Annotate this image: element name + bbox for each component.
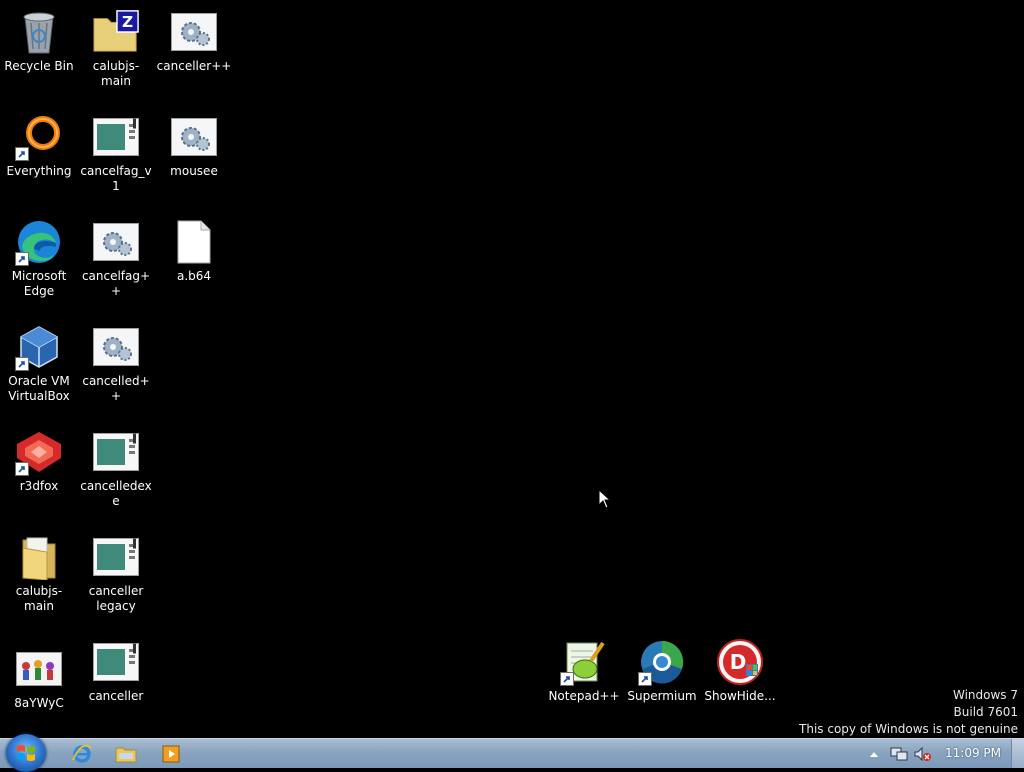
desktop-icon-a-b64[interactable]: a.b64 bbox=[156, 218, 232, 284]
desktop-icon-microsoft-edge[interactable]: Microsoft Edge bbox=[1, 218, 77, 299]
desktop-icon-label: canceller++ bbox=[156, 59, 232, 73]
svg-text:Z: Z bbox=[122, 13, 133, 31]
taskbar-pin-windows-explorer[interactable] bbox=[104, 741, 148, 767]
desktop-icon-label: Notepad++ bbox=[548, 689, 620, 703]
tray-volume[interactable] bbox=[913, 744, 933, 764]
genuine-watermark: Windows 7 Build 7601 This copy of Window… bbox=[799, 687, 1018, 738]
desktop-icon-label: canceller bbox=[88, 689, 144, 703]
show-hidden-icons-arrow bbox=[870, 752, 878, 757]
start-orb-icon bbox=[17, 745, 35, 761]
window-app-icon bbox=[93, 118, 139, 156]
shortcut-arrow-icon bbox=[15, 147, 29, 161]
shortcut-arrow-icon bbox=[15, 357, 29, 371]
desktop-icon-label: Everything bbox=[6, 164, 72, 178]
windows-explorer-icon bbox=[115, 747, 137, 763]
desktop-icon-cancelfag-v1[interactable]: cancelfag_v1 bbox=[78, 113, 154, 194]
taskbar-pin-media-player[interactable] bbox=[150, 741, 194, 767]
desktop-icon-label: cancelfag++ bbox=[81, 269, 151, 298]
window-app-icon bbox=[93, 538, 139, 576]
exe-gear-icon bbox=[171, 13, 217, 51]
desktop-icon-label: calubjs-main bbox=[92, 59, 140, 88]
exe-gear-icon bbox=[171, 118, 217, 156]
desktop-icon-label: 8aYWyC bbox=[14, 696, 64, 710]
mouse-cursor-icon bbox=[598, 489, 612, 509]
show-desktop-button[interactable] bbox=[1011, 739, 1024, 768]
desktop-icon-label: Oracle VM VirtualBox bbox=[8, 374, 70, 403]
taskbar-clock[interactable]: 11:09 PM bbox=[940, 746, 1006, 760]
network-icon bbox=[890, 747, 908, 761]
zip-folder-icon: Z bbox=[93, 10, 139, 52]
start-button[interactable] bbox=[6, 734, 46, 772]
desktop-icon-label: cancelledexe bbox=[80, 479, 152, 508]
shortcut-arrow-icon bbox=[638, 672, 652, 686]
desktop-icon-recycle-bin[interactable]: Recycle Bin bbox=[1, 8, 77, 74]
desktop-icon-canceller[interactable]: canceller bbox=[78, 638, 154, 704]
desktop-icon-cancelfag-plus[interactable]: cancelfag++ bbox=[78, 218, 154, 299]
desktop-icon-8aywyc[interactable]: 8aYWyC bbox=[1, 645, 77, 711]
media-player-icon bbox=[162, 745, 180, 763]
svg-text:D: D bbox=[730, 650, 747, 674]
desktop-icon-cancelledexe[interactable]: cancelledexe bbox=[78, 428, 154, 509]
desktop-icon-label: canceller legacy bbox=[88, 584, 144, 613]
desktop-icon-label: Supermium bbox=[627, 689, 697, 703]
exe-gear-icon bbox=[93, 328, 139, 366]
desktop[interactable]: Recycle Bin Everything Microsoft Edge Or… bbox=[0, 0, 1024, 738]
desktop-icon-calubjs-main-zip[interactable]: Z calubjs-main bbox=[78, 8, 154, 89]
desktop-icon-supermium[interactable]: Supermium bbox=[624, 638, 700, 704]
taskbar-pin-internet-explorer[interactable] bbox=[60, 741, 104, 767]
desktop-icon-everything[interactable]: Everything bbox=[1, 113, 77, 179]
tray-network[interactable] bbox=[889, 744, 909, 764]
watermark-os: Windows 7 bbox=[952, 688, 1018, 702]
watermark-build: Build 7601 bbox=[953, 705, 1018, 719]
window-app-icon bbox=[93, 433, 139, 471]
desktop-icon-label: Microsoft Edge bbox=[11, 269, 67, 298]
desktop-icon-label: Recycle Bin bbox=[4, 59, 74, 73]
desktop-icon-label: cancelled++ bbox=[82, 374, 150, 403]
internet-explorer-icon bbox=[72, 744, 92, 763]
desktop-icon-mousee[interactable]: mousee bbox=[156, 113, 232, 179]
shortcut-arrow-icon bbox=[560, 672, 574, 686]
exe-gear-icon bbox=[93, 223, 139, 261]
desktop-icon-canceller-plus[interactable]: canceller++ bbox=[156, 8, 232, 74]
desktop-icon-label: cancelfag_v1 bbox=[80, 164, 152, 193]
desktop-icon-canceller-legacy[interactable]: canceller legacy bbox=[78, 533, 154, 614]
desktop-icon-calubjs-main-folder[interactable]: calubjs-main bbox=[1, 533, 77, 614]
window-app-icon bbox=[93, 643, 139, 681]
shortcut-arrow-icon bbox=[15, 462, 29, 476]
blank-file-icon bbox=[177, 220, 211, 264]
taskbar: 11:09 PM bbox=[0, 734, 1024, 772]
showhide-icon: D bbox=[717, 639, 763, 685]
folder-icon bbox=[22, 537, 56, 580]
watermark-notice: This copy of Windows is not genuine bbox=[799, 722, 1018, 736]
image-file-icon bbox=[16, 652, 62, 686]
show-hidden-icons-button[interactable] bbox=[866, 744, 882, 764]
desktop-icon-label: a.b64 bbox=[176, 269, 212, 283]
desktop-icon-label: r3dfox bbox=[19, 479, 59, 493]
desktop-icon-label: mousee bbox=[170, 164, 218, 178]
desktop-icon-label: ShowHide... bbox=[704, 689, 776, 703]
desktop-icon-r3dfox[interactable]: r3dfox bbox=[1, 428, 77, 494]
recycle-bin-icon bbox=[23, 12, 55, 54]
shortcut-arrow-icon bbox=[15, 252, 29, 266]
desktop-icon-cancelled-plus[interactable]: cancelled++ bbox=[78, 323, 154, 404]
desktop-icon-showhide[interactable]: D ShowHide... bbox=[702, 638, 778, 704]
desktop-icon-notepad-plus-plus[interactable]: Notepad++ bbox=[546, 638, 622, 704]
desktop-icon-virtualbox[interactable]: Oracle VM VirtualBox bbox=[1, 323, 77, 404]
desktop-icon-label: calubjs-main bbox=[15, 584, 63, 613]
volume-muted-icon bbox=[914, 746, 931, 762]
